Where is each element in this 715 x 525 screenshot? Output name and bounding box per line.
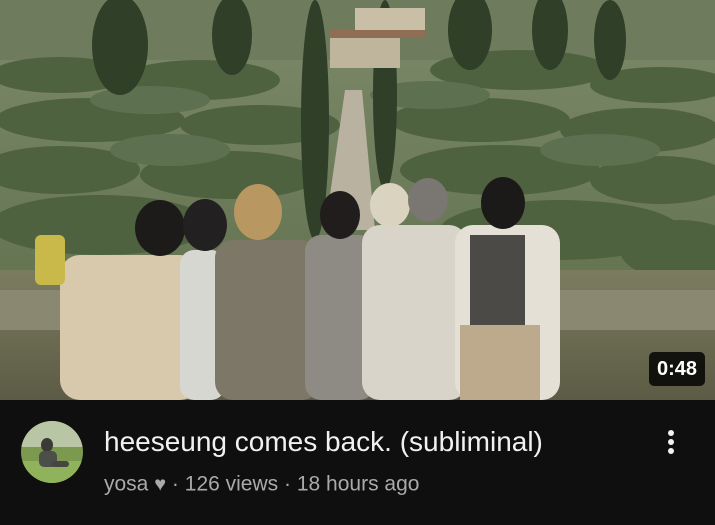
- heart-icon: ♥: [154, 473, 167, 496]
- video-thumbnail[interactable]: 0:48: [0, 0, 715, 400]
- video-duration-badge: 0:48: [648, 352, 705, 386]
- avatar-image: [21, 421, 83, 483]
- upload-age: 18 hours ago: [296, 472, 420, 496]
- channel-avatar[interactable]: [21, 421, 83, 483]
- thumbnail-image: [0, 0, 715, 400]
- more-vert-icon[interactable]: [655, 424, 687, 460]
- video-meta: [0, 400, 715, 525]
- meta-separator-2: ·: [284, 472, 291, 496]
- meta-separator: ·: [171, 472, 179, 496]
- video-title[interactable]: heeseung comes back. (subliminal): [104, 424, 644, 460]
- view-count: 126 views: [184, 472, 279, 496]
- video-subtitle: yosa ♥ · 126 views · 18 hours ago: [104, 470, 419, 498]
- channel-name[interactable]: yosa: [104, 472, 148, 495]
